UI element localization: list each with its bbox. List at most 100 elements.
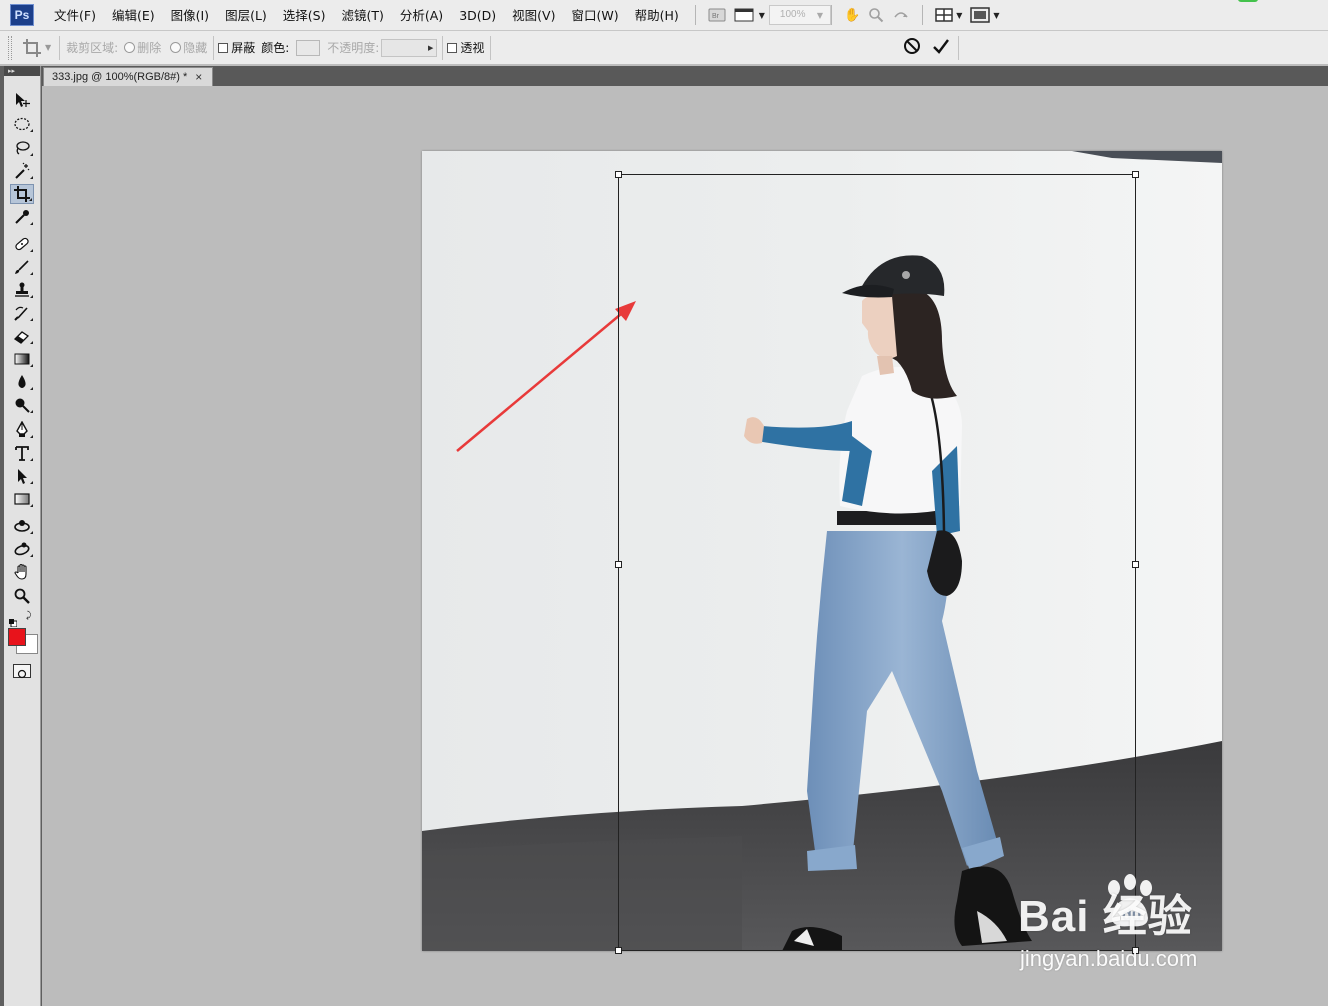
perspective-checkbox[interactable]: 透视: [447, 39, 484, 56]
3d-orbit-tool[interactable]: [10, 539, 34, 559]
move-tool[interactable]: [10, 90, 34, 110]
swap-colors-icon[interactable]: ⤸: [26, 611, 36, 621]
bridge-icon[interactable]: Br: [704, 4, 730, 26]
path-selection-tool[interactable]: [10, 466, 34, 486]
crop-tool-icon: [23, 38, 41, 57]
type-tool[interactable]: [10, 443, 34, 463]
elliptical-marquee-icon: [14, 117, 30, 131]
menu-layer[interactable]: 图层(L): [217, 0, 275, 31]
shape-tool[interactable]: [10, 489, 34, 509]
hand-icon[interactable]: ✋: [840, 4, 864, 26]
shield-color-label: 颜色:: [261, 41, 290, 55]
menu-edit[interactable]: 编辑(E): [104, 0, 163, 31]
commit-crop-button[interactable]: [932, 37, 950, 58]
shield-checkbox[interactable]: 屏蔽: [218, 39, 255, 56]
marquee-tool[interactable]: [10, 114, 34, 134]
3d-orbit-icon: [14, 542, 30, 556]
crop-bounding-box[interactable]: [615, 171, 1139, 954]
shield-label: 屏蔽: [231, 41, 256, 55]
zoom-dropdown-icon[interactable]: ▼: [817, 11, 823, 20]
opacity-slider-arrow-icon[interactable]: ▶: [428, 44, 433, 52]
tool-flyout-icon: [30, 531, 33, 534]
tool-flyout-icon: [29, 198, 32, 201]
hide-radio-button[interactable]: [170, 42, 182, 53]
shield-checkbox-box[interactable]: [218, 42, 229, 53]
path-selection-icon: [18, 469, 27, 484]
3d-rotate-tool[interactable]: [10, 516, 34, 536]
perspective-checkbox-box[interactable]: [447, 42, 458, 53]
brush-tool[interactable]: [10, 257, 34, 277]
options-bar: ▼ 裁剪区域: 删除 隐藏 屏蔽 颜色: 不透明度: ▶ 透视: [0, 31, 1328, 65]
eraser-icon: [13, 331, 30, 344]
dodge-tool[interactable]: [10, 395, 34, 415]
hand-tool[interactable]: [10, 562, 34, 582]
crop-tool[interactable]: [10, 184, 34, 204]
tool-flyout-icon: [30, 410, 33, 413]
menu-help[interactable]: 帮助(H): [627, 0, 687, 31]
options-separator: [59, 35, 61, 60]
type-icon: [15, 446, 29, 461]
pen-icon: [16, 421, 28, 437]
eyedropper-tool[interactable]: [10, 207, 34, 227]
dodge-icon: [15, 398, 30, 413]
tool-flyout-icon: [30, 222, 33, 225]
document-tab-bar: 333.jpg @ 100%(RGB/8#) * ×: [42, 66, 1328, 86]
default-colors-icon[interactable]: [9, 612, 18, 628]
rotate-view-icon[interactable]: [888, 4, 914, 26]
eyedropper-icon: [15, 210, 29, 224]
cancel-icon: [904, 38, 921, 54]
crop-handle-top-right[interactable]: [1132, 171, 1139, 178]
tool-flyout-icon: [30, 318, 33, 321]
blur-tool[interactable]: [10, 372, 34, 392]
pen-tool[interactable]: [10, 420, 34, 440]
arrange-documents-icon[interactable]: ▼: [931, 4, 966, 26]
menu-select[interactable]: 选择(S): [275, 0, 334, 31]
gradient-tool[interactable]: [10, 349, 34, 369]
healing-brush-tool[interactable]: [10, 234, 34, 254]
tool-preset-picker[interactable]: ▼: [22, 38, 51, 58]
crop-handle-top-left[interactable]: [615, 171, 622, 178]
quick-mask-button[interactable]: [13, 664, 31, 679]
cancel-crop-button[interactable]: [903, 37, 921, 58]
commit-checkmark-icon: [933, 39, 950, 54]
delete-radio-button[interactable]: [124, 42, 136, 53]
delete-radio[interactable]: 删除: [124, 39, 161, 56]
menu-file[interactable]: 文件(F): [46, 0, 104, 31]
crop-handle-left[interactable]: [615, 561, 622, 568]
watermark-url: jingyan.baidu.com: [1020, 946, 1198, 971]
screen-mode-icon[interactable]: ▼: [966, 4, 1003, 26]
gradient-icon: [14, 353, 30, 365]
menu-image[interactable]: 图像(I): [163, 0, 217, 31]
menu-analysis[interactable]: 分析(A): [392, 0, 451, 31]
canvas-area[interactable]: du Bai 经验 jingyan.baidu.com: [42, 86, 1328, 1006]
menu-view[interactable]: 视图(V): [504, 0, 563, 31]
zoom-icon[interactable]: [864, 4, 888, 26]
zoom-tool[interactable]: [10, 586, 34, 606]
tools-collapse-icon[interactable]: ▸▸: [4, 66, 40, 76]
foreground-color-swatch[interactable]: [8, 628, 26, 646]
preset-dropdown-icon: ▼: [45, 43, 52, 52]
mini-bridge-icon[interactable]: ▼: [730, 4, 769, 26]
close-icon[interactable]: ×: [195, 70, 202, 84]
magic-wand-tool[interactable]: [10, 161, 34, 181]
eraser-tool[interactable]: [10, 326, 34, 346]
menu-filter[interactable]: 滤镜(T): [333, 0, 391, 31]
menu-3d[interactable]: 3D(D): [451, 0, 504, 31]
hide-radio[interactable]: 隐藏: [170, 39, 207, 56]
perspective-label: 透视: [460, 41, 485, 55]
crop-handle-right[interactable]: [1132, 561, 1139, 568]
history-brush-tool[interactable]: [10, 303, 34, 323]
shield-color-swatch[interactable]: [296, 39, 321, 56]
menu-bar: Ps 文件(F) 编辑(E) 图像(I) 图层(L) 选择(S) 滤镜(T) 分…: [0, 0, 1328, 31]
brush-icon: [15, 260, 29, 274]
lasso-tool[interactable]: [10, 138, 34, 158]
crop-handle-bottom-left[interactable]: [615, 947, 622, 954]
opacity-field[interactable]: ▶: [381, 38, 438, 57]
move-tool-icon: [16, 93, 30, 107]
menu-window[interactable]: 窗口(W): [563, 0, 626, 31]
watermark-brand: Bai 经验: [1018, 892, 1193, 941]
tool-flyout-icon: [30, 341, 33, 344]
document-tab[interactable]: 333.jpg @ 100%(RGB/8#) * ×: [43, 67, 213, 86]
options-grip[interactable]: [8, 35, 12, 60]
clone-stamp-tool[interactable]: [10, 280, 34, 300]
